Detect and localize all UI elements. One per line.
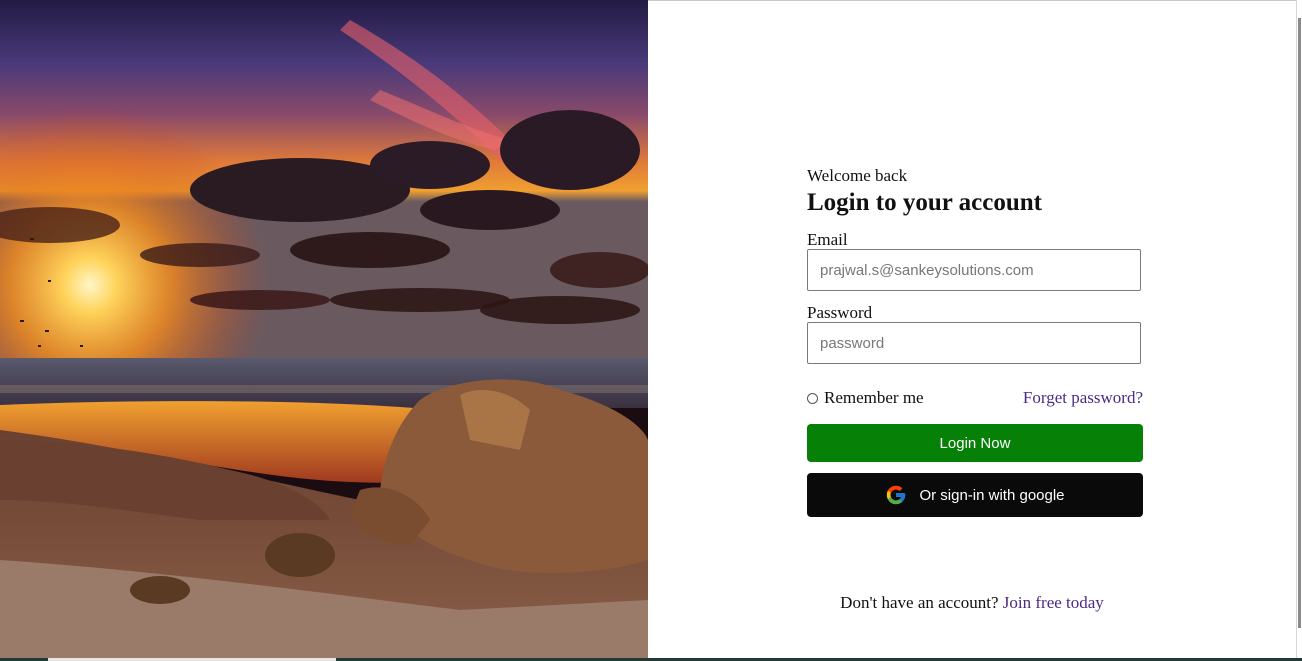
page-title: Login to your account [807, 189, 1042, 216]
scrollbar-thumb[interactable] [1298, 18, 1301, 628]
google-g-icon [887, 485, 906, 505]
welcome-text: Welcome back [807, 166, 908, 185]
login-button-label: Login Now [939, 434, 1011, 452]
remember-me-label: Remember me [824, 388, 924, 407]
login-panel: Welcome back Login to your account Email… [648, 0, 1296, 658]
google-signin-button[interactable]: Or sign-in with google [807, 473, 1143, 517]
login-page: Welcome back Login to your account Email… [0, 0, 1302, 661]
options-row: Remember me Forget password? [807, 386, 1143, 410]
password-field[interactable] [807, 322, 1141, 364]
login-form: Welcome back Login to your account Email… [807, 166, 1143, 517]
remember-me-radio[interactable] [807, 392, 818, 404]
login-button[interactable]: Login Now [807, 424, 1143, 462]
hero-image [0, 0, 648, 658]
signup-prompt: Don't have an account? [840, 593, 999, 612]
email-label: Email [807, 230, 848, 249]
forgot-password-link[interactable]: Forget password? [1023, 388, 1143, 408]
remember-me[interactable]: Remember me [807, 388, 924, 408]
google-button-label: Or sign-in with google [919, 486, 1065, 504]
password-label: Password [807, 303, 873, 322]
join-free-link[interactable]: Join free today [1003, 593, 1104, 612]
email-field[interactable] [807, 249, 1141, 291]
signup-row: Don't have an account? Join free today [648, 593, 1296, 613]
vertical-scrollbar[interactable] [1296, 0, 1302, 661]
